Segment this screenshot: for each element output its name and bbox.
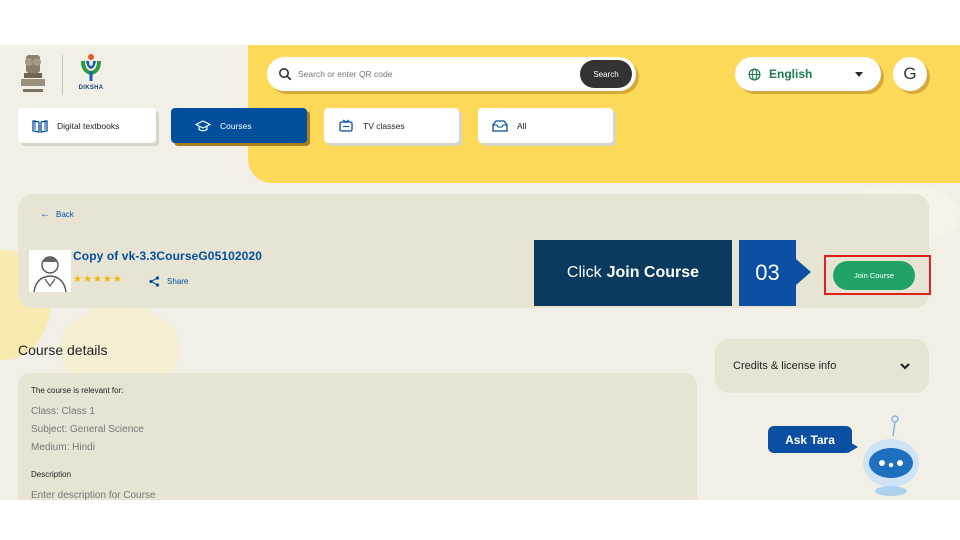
course-rating: ★ ★ ★ ★ ★ [73, 274, 123, 285]
subject-line: Subject: General Science [31, 424, 144, 435]
search-button[interactable]: Search [580, 60, 632, 88]
tab-courses[interactable]: Courses [171, 108, 307, 143]
language-selector[interactable]: English [735, 57, 881, 91]
course-details-card: The course is relevant for: Class: Class… [18, 373, 697, 500]
credits-label: Credits & license info [733, 360, 837, 372]
callout-prefix: Click [566, 264, 602, 281]
course-title: Copy of vk-3.3CourseG05102020 [73, 249, 262, 263]
course-details-heading: Course details [18, 342, 108, 358]
tab-label: Digital textbooks [57, 120, 120, 131]
callout-emphasis: Join Course [606, 264, 700, 281]
ask-tara-button[interactable]: Ask Tara [768, 426, 852, 453]
user-avatar[interactable]: G [893, 57, 927, 91]
inbox-icon [492, 119, 508, 132]
speech-tail [848, 441, 858, 453]
tab-tv-classes[interactable]: TV classes [324, 108, 459, 143]
step-number: 03 [739, 240, 796, 306]
share-label: Share [167, 277, 189, 286]
credits-license-toggle[interactable]: Credits & license info [715, 339, 929, 393]
class-line: Class: Class 1 [31, 406, 95, 417]
search-bar: Search [267, 57, 636, 91]
caret-down-icon [855, 71, 863, 77]
graduation-cap-icon [195, 119, 211, 131]
star-icon: ★ [82, 274, 92, 285]
step-arrow [796, 259, 811, 285]
language-label: English [769, 67, 813, 81]
site-logo[interactable]: DIKSHA [18, 53, 105, 97]
medium-line: Medium: Hindi [31, 442, 95, 453]
share-icon [149, 276, 160, 287]
tutorial-callout: Click Join Course [534, 240, 732, 306]
book-icon [32, 119, 48, 133]
tab-label: TV classes [363, 120, 405, 131]
tab-label: Courses [220, 120, 252, 131]
chevron-down-icon [900, 363, 910, 370]
description-label: Description [31, 470, 72, 479]
diksha-logo: DIKSHA [77, 53, 105, 91]
search-input[interactable] [298, 69, 580, 79]
star-icon: ★ [73, 274, 82, 285]
course-thumbnail [29, 250, 71, 292]
star-icon: ★ [102, 274, 112, 285]
relevant-label: The course is relevant for: [31, 386, 124, 395]
logo-divider [62, 55, 63, 95]
star-icon: ★ [112, 274, 122, 285]
description-text: Enter description for Course [31, 490, 156, 500]
brand-name: DIKSHA [78, 85, 104, 91]
tv-icon [339, 119, 353, 132]
back-label: Back [56, 210, 74, 219]
arrow-left-icon: ← [40, 209, 50, 220]
globe-icon [748, 68, 761, 80]
star-icon: ★ [92, 274, 102, 285]
back-link[interactable]: ← Back [40, 209, 74, 220]
join-course-button[interactable]: Join Course [833, 261, 915, 290]
share-link[interactable]: Share [149, 276, 188, 287]
tab-label: All [517, 120, 527, 131]
search-icon [279, 68, 292, 81]
national-emblem-icon [21, 55, 45, 92]
diksha-logo-icon [81, 54, 101, 81]
robot-assistant-icon[interactable] [858, 411, 924, 500]
tab-all[interactable]: All [478, 108, 613, 143]
tab-digital-textbooks[interactable]: Digital textbooks [18, 108, 156, 143]
course-header-card: ← Back Copy of vk-3.3CourseG05102020 ★ ★… [18, 194, 931, 308]
app-viewport: DIKSHA Search English G Digital textbook… [0, 45, 960, 500]
